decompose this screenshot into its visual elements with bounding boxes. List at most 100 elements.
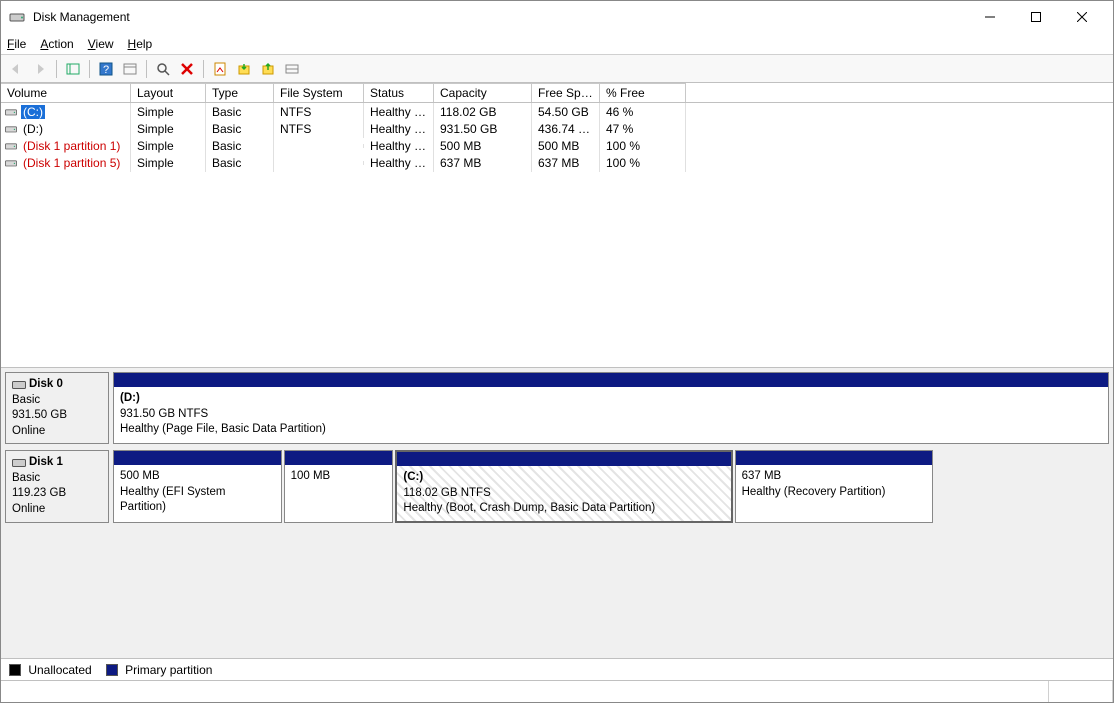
volume-name: (C:): [21, 105, 45, 119]
volume-capacity: 500 MB: [434, 137, 532, 155]
forward-button[interactable]: [29, 58, 51, 80]
disk-label[interactable]: Disk 0Basic931.50 GBOnline: [5, 372, 109, 444]
partition-stripe: [114, 373, 1108, 387]
toolbar-sep: [56, 60, 57, 78]
col-status[interactable]: Status: [364, 83, 434, 102]
disk-icon: [12, 456, 26, 468]
volume-row[interactable]: (Disk 1 partition 5)SimpleBasicHealthy (…: [1, 154, 1113, 171]
partition-status: Healthy (EFI System Partition): [120, 486, 225, 514]
volume-list-body[interactable]: (C:) SimpleBasicNTFSHealthy (B...118.02 G…: [1, 103, 1113, 367]
volume-row[interactable]: (D:)SimpleBasicNTFSHealthy (P...931.50 G…: [1, 120, 1113, 137]
close-button[interactable]: [1059, 1, 1105, 33]
partition-size: 100 MB: [291, 470, 331, 482]
col-pctfree[interactable]: % Free: [600, 83, 686, 102]
volume-name: (D:): [21, 122, 45, 136]
primary-swatch: [106, 664, 118, 676]
volume-capacity: 931.50 GB: [434, 120, 532, 138]
partition[interactable]: 637 MB Healthy (Recovery Partition): [735, 450, 933, 523]
volume-status: Healthy (B...: [364, 103, 434, 121]
action-button-3[interactable]: [281, 58, 303, 80]
volume-pctfree: 100 %: [600, 137, 686, 155]
disk-type: Basic: [12, 394, 40, 406]
action-button-2[interactable]: [257, 58, 279, 80]
back-button[interactable]: [5, 58, 27, 80]
volume-filesystem: [274, 161, 364, 165]
menu-help[interactable]: Help: [128, 37, 153, 51]
partition-stripe: [736, 451, 932, 465]
col-volume[interactable]: Volume: [1, 83, 131, 102]
volume-name: (Disk 1 partition 5): [21, 156, 122, 170]
partition-size: 500 MB: [120, 470, 160, 482]
disk-row: Disk 0Basic931.50 GBOnline(D:)931.50 GB …: [5, 372, 1109, 444]
legend-primary: Primary partition: [106, 663, 213, 677]
refresh-button[interactable]: [152, 58, 174, 80]
col-freespace[interactable]: Free Spa...: [532, 83, 600, 102]
action-button-1[interactable]: [233, 58, 255, 80]
volume-list-header: Volume Layout Type File System Status Ca…: [1, 83, 1113, 103]
partition-status: Healthy (Page File, Basic Data Partition…: [120, 423, 326, 435]
volume-filesystem: NTFS: [274, 103, 364, 121]
disk-row: Disk 1Basic119.23 GBOnline 500 MB Healthy …: [5, 450, 1109, 523]
statusbar-cell: [1, 681, 1049, 702]
settings-button[interactable]: [119, 58, 141, 80]
help-button[interactable]: ?: [95, 58, 117, 80]
disk-size: 931.50 GB: [12, 409, 67, 421]
partition-status: Healthy (Recovery Partition): [742, 486, 886, 498]
volume-capacity: 118.02 GB: [434, 103, 532, 121]
volume-status: Healthy (E...: [364, 137, 434, 155]
menu-view[interactable]: View: [88, 37, 114, 51]
menubar: File Action View Help: [1, 33, 1113, 55]
volume-layout: Simple: [131, 120, 206, 138]
toolbar-sep: [146, 60, 147, 78]
volume-freespace: 637 MB: [532, 154, 600, 172]
menu-action[interactable]: Action: [40, 37, 73, 51]
minimize-button[interactable]: [967, 1, 1013, 33]
col-layout[interactable]: Layout: [131, 83, 206, 102]
volume-status: Healthy (P...: [364, 120, 434, 138]
partition[interactable]: (D:)931.50 GB NTFSHealthy (Page File, Ba…: [113, 372, 1109, 444]
volume-pctfree: 46 %: [600, 103, 686, 121]
volume-freespace: 54.50 GB: [532, 103, 600, 121]
legend-primary-label: Primary partition: [125, 663, 212, 677]
volume-pctfree: 100 %: [600, 154, 686, 172]
disk-partitions: (D:)931.50 GB NTFSHealthy (Page File, Ba…: [113, 372, 1109, 444]
partition-title: (D:): [120, 392, 140, 404]
col-filesystem[interactable]: File System: [274, 83, 364, 102]
volume-layout: Simple: [131, 103, 206, 121]
legend-unallocated: Unallocated: [9, 663, 92, 677]
partition[interactable]: 100 MB: [284, 450, 394, 523]
properties-button[interactable]: [209, 58, 231, 80]
volume-row[interactable]: (Disk 1 partition 1)SimpleBasicHealthy (…: [1, 137, 1113, 154]
col-type[interactable]: Type: [206, 83, 274, 102]
volume-filesystem: NTFS: [274, 120, 364, 138]
partition[interactable]: (C:) 118.02 GB NTFS Healthy (Boot, Crash D…: [395, 450, 732, 523]
volume-row[interactable]: (C:) SimpleBasicNTFSHealthy (B...118.02 G…: [1, 103, 1113, 120]
partition-status: Healthy (Boot, Crash Dump, Basic Data Pa…: [403, 502, 655, 514]
partition-size: 118.02 GB NTFS: [403, 487, 490, 499]
volume-type: Basic: [206, 103, 274, 121]
volume-pctfree: 47 %: [600, 120, 686, 138]
partition-stripe: [397, 452, 730, 466]
partition-size: 637 MB: [742, 470, 782, 482]
maximize-button[interactable]: [1013, 1, 1059, 33]
col-capacity[interactable]: Capacity: [434, 83, 532, 102]
toolbar-sep: [203, 60, 204, 78]
statusbar: [1, 680, 1113, 702]
titlebar: Disk Management: [1, 1, 1113, 33]
disk-label[interactable]: Disk 1Basic119.23 GBOnline: [5, 450, 109, 523]
disk-icon: [12, 378, 26, 390]
menu-file[interactable]: File: [7, 37, 26, 51]
window-controls: [967, 1, 1105, 33]
partition-stripe: [285, 451, 393, 465]
delete-button[interactable]: [176, 58, 198, 80]
legend-unallocated-label: Unallocated: [28, 663, 91, 677]
partition[interactable]: 500 MB Healthy (EFI System Partition): [113, 450, 282, 523]
toolbar: ?: [1, 55, 1113, 83]
app-icon: [9, 9, 25, 25]
show-hide-console-tree-button[interactable]: [62, 58, 84, 80]
unallocated-swatch: [9, 664, 21, 676]
disk-map-pane[interactable]: Disk 0Basic931.50 GBOnline(D:)931.50 GB …: [1, 368, 1113, 658]
volume-freespace: 500 MB: [532, 137, 600, 155]
statusbar-cell: [1049, 681, 1113, 702]
partition-title: (C:): [403, 471, 423, 483]
